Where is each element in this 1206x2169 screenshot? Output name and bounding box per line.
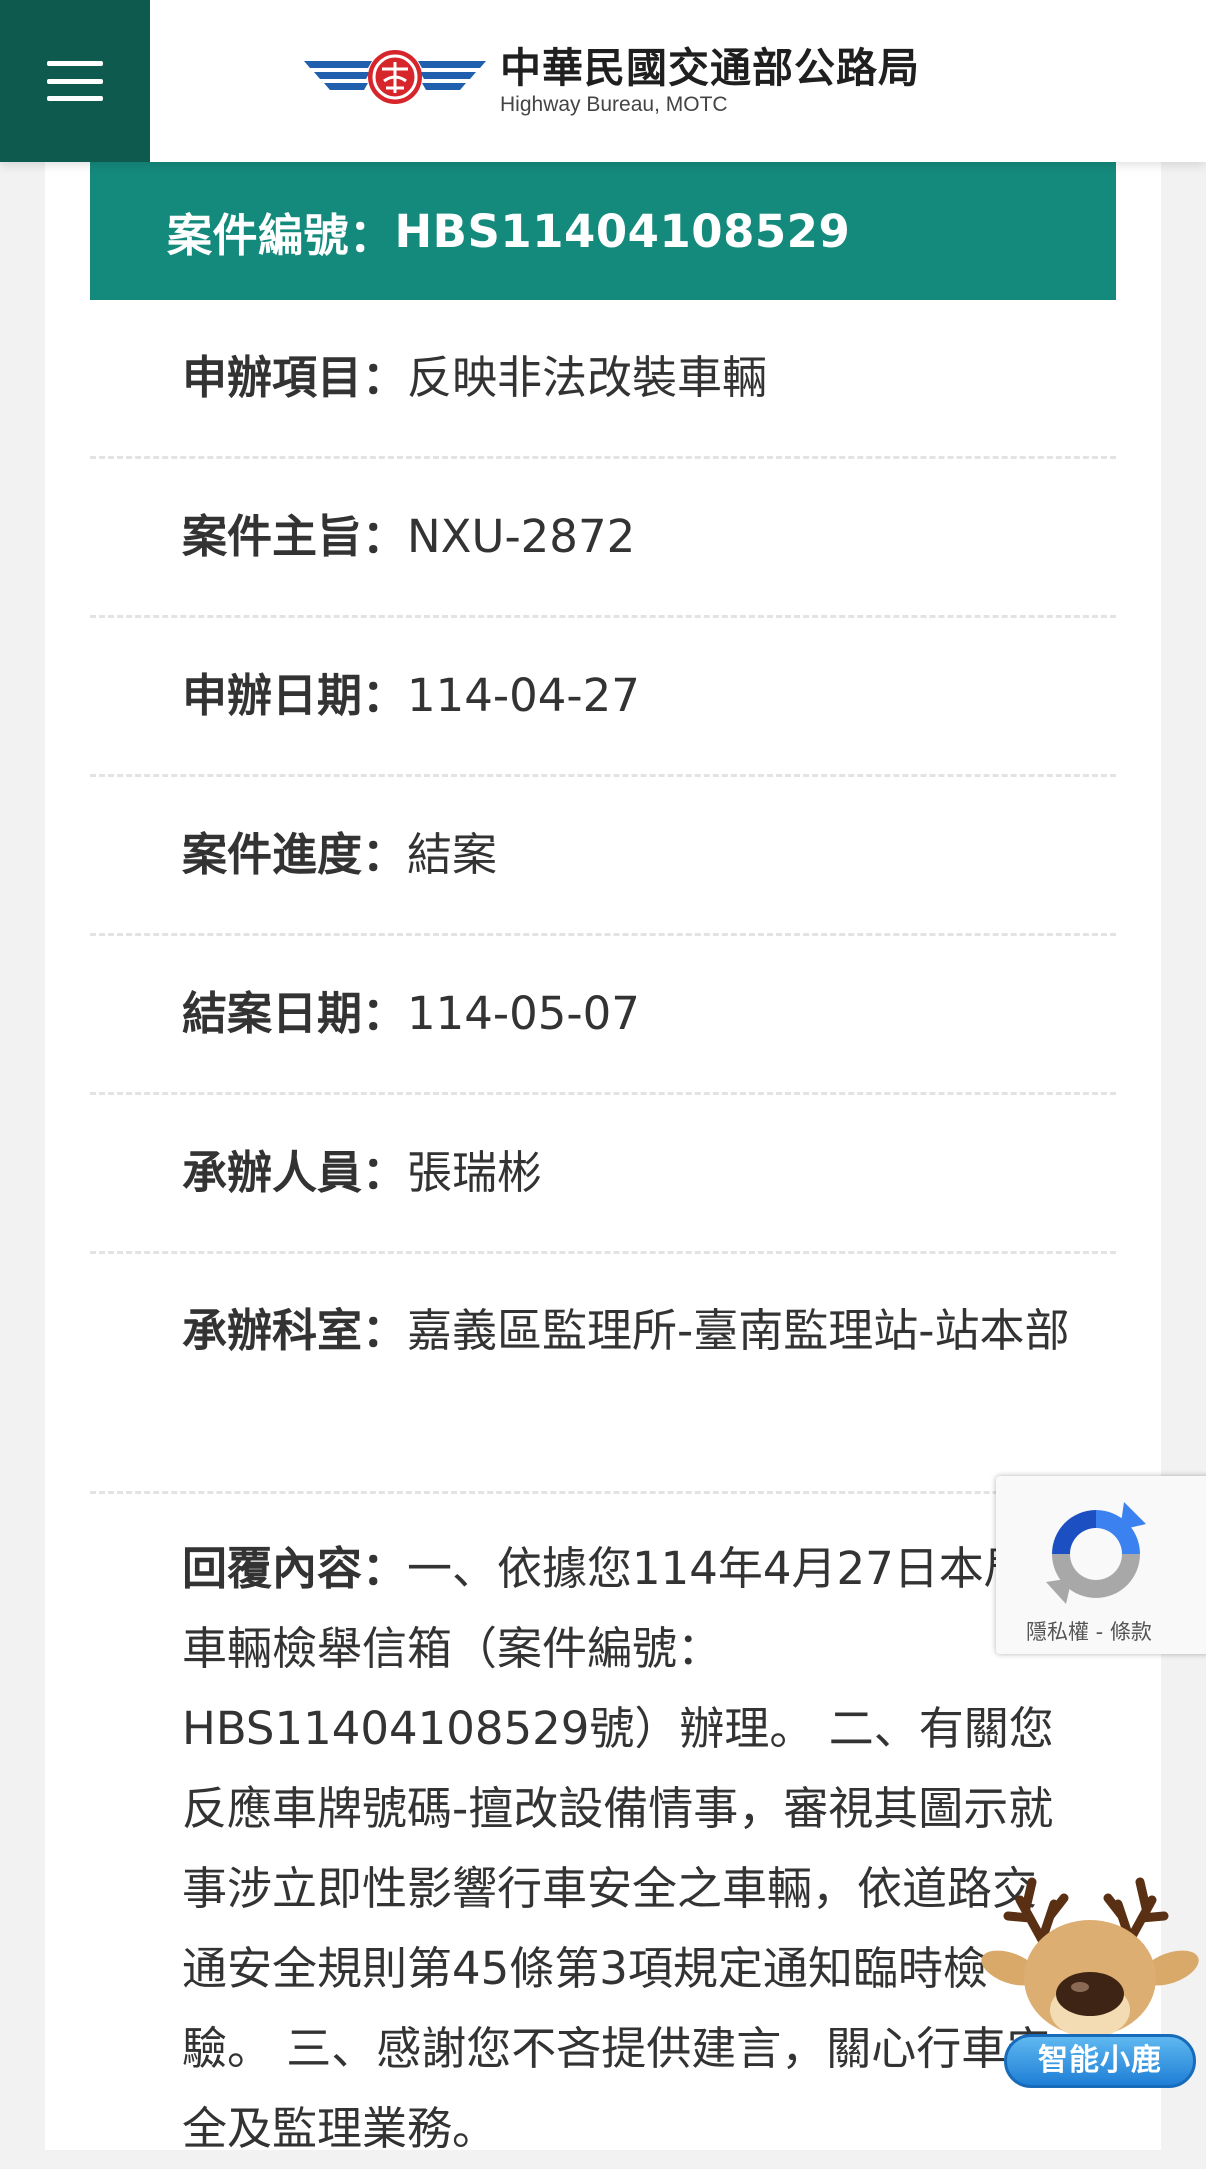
reply-text: 一、依據您114年4月27日本局車輛檢舉信箱（案件編號：HBS114041085… bbox=[182, 1542, 1054, 2155]
field-value: 張瑞彬 bbox=[407, 1146, 543, 1199]
case-number-value: HBS11404108529 bbox=[394, 204, 851, 258]
field-value: 結案 bbox=[407, 828, 498, 881]
hamburger-icon bbox=[47, 61, 103, 101]
menu-button[interactable] bbox=[0, 0, 150, 162]
case-number-label: 案件編號： bbox=[167, 208, 395, 262]
recaptcha-privacy-terms[interactable]: 隱私權 - 條款 bbox=[1026, 1616, 1152, 1646]
field-case-subject: 案件主旨：NXU-2872 bbox=[90, 459, 1116, 618]
field-application-item: 申辦項目：反映非法改裝車輛 bbox=[90, 300, 1116, 459]
recaptcha-badge[interactable]: 隱私權 - 條款 bbox=[996, 1476, 1206, 1654]
field-reply-content: 回覆內容：一、依據您114年4月27日本局車輛檢舉信箱（案件編號：HBS1140… bbox=[90, 1494, 1116, 2155]
field-label: 案件進度： bbox=[182, 828, 408, 881]
logo-title-zh: 中華民國交通部公路局 bbox=[500, 44, 920, 92]
field-label: 承辦人員： bbox=[182, 1146, 408, 1199]
assistant-label: 智能小鹿 bbox=[1004, 2034, 1196, 2088]
field-closing-date: 結案日期：114-05-07 bbox=[90, 936, 1116, 1095]
field-value: 114-05-07 bbox=[407, 987, 640, 1040]
field-label: 案件主旨： bbox=[182, 510, 408, 563]
field-value: 嘉義區監理所-臺南監理站-站本部 bbox=[407, 1304, 1070, 1357]
site-logo[interactable]: 中華民國交通部公路局 Highway Bureau, MOTC bbox=[302, 36, 920, 126]
smart-deer-assistant[interactable]: 智能小鹿 bbox=[980, 1860, 1206, 2150]
field-value: NXU-2872 bbox=[407, 510, 636, 563]
field-label: 申辦日期： bbox=[182, 669, 408, 722]
field-label: 申辦項目： bbox=[182, 351, 408, 404]
recaptcha-icon bbox=[1046, 1502, 1146, 1604]
field-label: 承辦科室： bbox=[182, 1304, 408, 1357]
field-handling-office: 承辦科室：嘉義區監理所-臺南監理站-站本部 bbox=[90, 1254, 1116, 1494]
logo-title-en: Highway Bureau, MOTC bbox=[500, 93, 728, 116]
field-value: 反映非法改裝車輛 bbox=[407, 351, 768, 404]
top-bar: 中華民國交通部公路局 Highway Bureau, MOTC bbox=[0, 0, 1206, 162]
field-label: 結案日期： bbox=[182, 987, 408, 1040]
field-label: 回覆內容： bbox=[182, 1542, 408, 1595]
field-case-progress: 案件進度：結案 bbox=[90, 777, 1116, 936]
field-application-date: 申辦日期：114-04-27 bbox=[90, 618, 1116, 777]
case-detail-card: 案件編號： HBS11404108529 申辦項目：反映非法改裝車輛 案件主旨：N… bbox=[45, 162, 1161, 2155]
highway-bureau-emblem-icon bbox=[304, 50, 486, 104]
case-number-header: 案件編號： HBS11404108529 bbox=[90, 162, 1116, 300]
deer-mascot-icon bbox=[981, 1877, 1199, 2046]
field-handler: 承辦人員：張瑞彬 bbox=[90, 1095, 1116, 1254]
field-value: 114-04-27 bbox=[407, 669, 640, 722]
